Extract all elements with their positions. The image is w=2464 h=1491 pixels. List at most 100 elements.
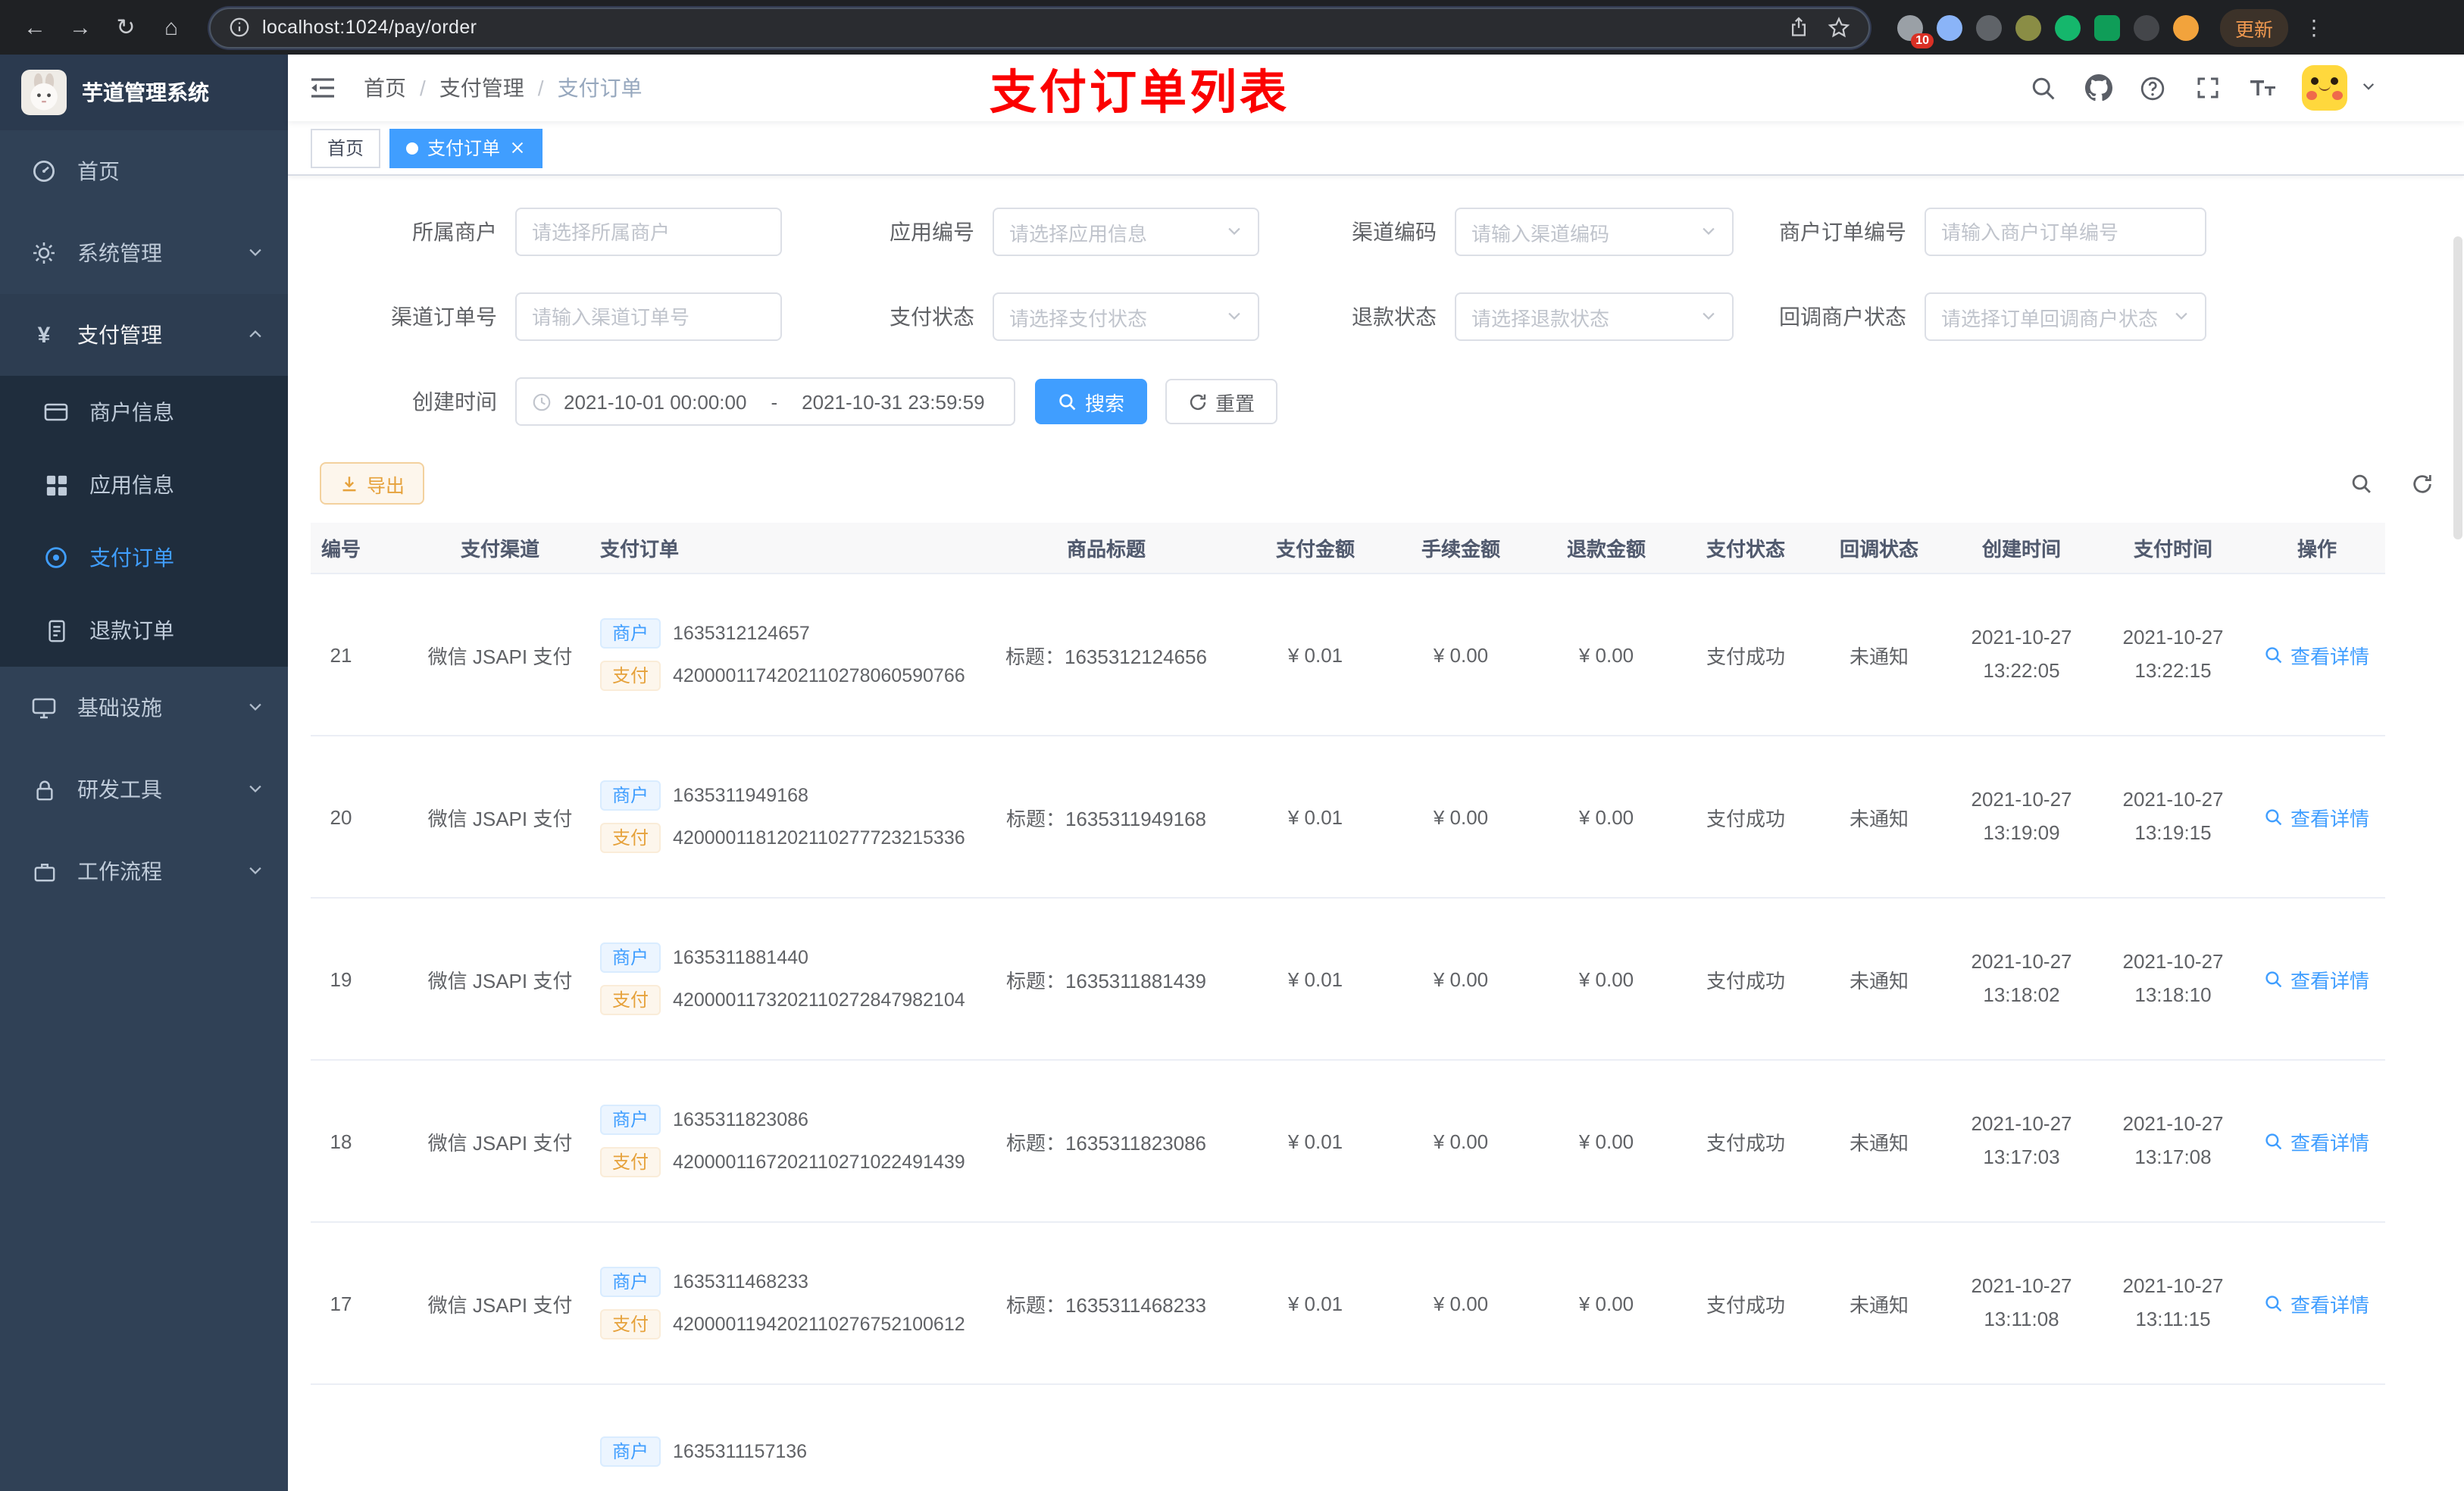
extension-icon[interactable]: [2094, 14, 2120, 40]
tab-home[interactable]: 首页: [311, 128, 381, 167]
create-time-range-picker[interactable]: 2021-10-01 00:00:00 - 2021-10-31 23:59:5…: [515, 377, 1015, 426]
github-icon[interactable]: [2084, 73, 2112, 102]
app-logo[interactable]: 芋道管理系统: [0, 55, 288, 130]
sidebar-item-label: 支付订单: [89, 545, 174, 570]
pay-order-no: 4200001194202110276752100612: [673, 1314, 965, 1335]
page-content: 所属商户 应用编号 请选择应用信息: [288, 176, 2464, 1491]
breadcrumb-current: 支付订单: [557, 76, 643, 100]
view-detail-link[interactable]: 查看详情: [2265, 1289, 2369, 1318]
hamburger-icon[interactable]: [309, 73, 339, 103]
merchant-input[interactable]: [532, 220, 765, 243]
field-label: 应用编号: [890, 220, 974, 244]
merchant-badge: 商户: [600, 942, 661, 973]
share-icon[interactable]: [1788, 17, 1809, 38]
date-start-value: 2021-10-01 00:00:00: [564, 390, 747, 413]
site-info-icon[interactable]: [229, 17, 250, 38]
sidebar-item-infra[interactable]: 基础设施: [0, 667, 288, 749]
sidebar-item-payment[interactable]: ¥ 支付管理: [0, 294, 288, 376]
sidebar-item-workflow[interactable]: 工作流程: [0, 830, 288, 912]
extension-icon[interactable]: 10: [1897, 14, 1934, 48]
search-icon[interactable]: [2029, 73, 2058, 102]
refund-status-select[interactable]: 请选择退款状态: [1455, 292, 1734, 341]
table-row: 19 微信 JSAPI 支付 商户 1635311881440 支付 42000…: [311, 899, 2385, 1061]
cell-channel: 微信 JSAPI 支付: [427, 1293, 573, 1316]
user-avatar[interactable]: [2302, 65, 2347, 111]
merchant-order-no-field[interactable]: [1925, 208, 2206, 256]
font-size-icon[interactable]: [2247, 73, 2276, 102]
bookmark-star-icon[interactable]: [1828, 16, 1850, 39]
chevron-down-icon: [2173, 305, 2190, 328]
extension-icon[interactable]: [1937, 14, 1962, 40]
scrollbar[interactable]: [2453, 236, 2462, 539]
cell-id: 19: [330, 967, 352, 990]
view-detail-link[interactable]: 查看详情: [2265, 640, 2369, 669]
gear-icon: [30, 239, 58, 267]
view-detail-link[interactable]: 查看详情: [2265, 1127, 2369, 1155]
breadcrumb-pay-mgmt[interactable]: 支付管理: [439, 73, 524, 103]
browser-menu-icon[interactable]: ⋮: [2303, 14, 2325, 40]
browser-profile-avatar[interactable]: [2173, 14, 2199, 40]
view-detail-link[interactable]: 查看详情: [2265, 964, 2369, 993]
pay-order-no: 4200001181202110277723215336: [673, 827, 965, 849]
breadcrumb-home[interactable]: 首页: [364, 73, 406, 103]
channel-order-no-input[interactable]: [532, 305, 765, 328]
merchant-select[interactable]: [515, 208, 782, 256]
pay-status-select[interactable]: 请选择支付状态: [993, 292, 1259, 341]
cell-id: 18: [330, 1130, 352, 1152]
sidebar-item-home[interactable]: 首页: [0, 130, 288, 212]
sidebar-item-devtools[interactable]: 研发工具: [0, 749, 288, 830]
tab-pay-order[interactable]: 支付订单: [389, 128, 543, 167]
sidebar-item-app-info[interactable]: 应用信息: [0, 449, 288, 521]
extension-icon[interactable]: [1976, 14, 2002, 40]
extension-icon[interactable]: [2015, 14, 2041, 40]
app-title: 芋道管理系统: [82, 80, 209, 105]
chevron-down-icon[interactable]: [2361, 74, 2376, 102]
search-button[interactable]: 搜索: [1035, 379, 1148, 424]
update-button[interactable]: 更新: [2220, 8, 2289, 46]
sidebar-item-label: 工作流程: [77, 859, 162, 883]
notify-status-select[interactable]: 请选择订单回调商户状态: [1925, 292, 2206, 341]
close-icon[interactable]: [509, 139, 526, 156]
reload-icon[interactable]: ↻: [106, 8, 145, 47]
cell-create-time: 2021-10-27 13:18:02: [1971, 949, 2072, 1006]
chevron-down-icon: [1700, 220, 1717, 243]
hide-search-icon[interactable]: [2341, 464, 2381, 503]
cell-status: 支付成功: [1706, 807, 1785, 830]
merchant-badge: 商户: [600, 1267, 661, 1297]
cell-notify-status: 未通知: [1849, 1293, 1909, 1316]
sidebar-item-system[interactable]: 系统管理: [0, 212, 288, 294]
field-label: 渠道订单号: [391, 305, 497, 329]
merchant-order-no-input[interactable]: [1941, 220, 2190, 243]
view-detail-link[interactable]: 查看详情: [2265, 802, 2369, 831]
forward-icon[interactable]: →: [61, 8, 100, 47]
sidebar-item-pay-order[interactable]: 支付订单: [0, 521, 288, 594]
back-icon[interactable]: ←: [15, 8, 55, 47]
extension-icon[interactable]: [2055, 14, 2081, 40]
channel-order-no-field[interactable]: [515, 292, 782, 341]
top-navbar: 首页 / 支付管理 / 支付订单 支付订单列表: [288, 55, 2464, 121]
briefcase-icon: [30, 858, 58, 885]
chevron-down-icon: [1226, 220, 1243, 243]
channel-code-select[interactable]: 请输入渠道编码: [1455, 208, 1734, 256]
col-header: 支付订单: [600, 538, 680, 561]
sidebar-item-refund-order[interactable]: 退款订单: [0, 594, 288, 667]
browser-chrome: ← → ↻ ⌂ localhost:1024/pay/order 10 更新 ⋮: [0, 0, 2464, 55]
app-id-select[interactable]: 请选择应用信息: [993, 208, 1259, 256]
merchant-order-no: 1635312124657: [673, 623, 810, 644]
reset-button[interactable]: 重置: [1165, 379, 1278, 424]
home-icon[interactable]: ⌂: [152, 8, 191, 47]
refresh-icon[interactable]: [2402, 464, 2441, 503]
address-bar[interactable]: localhost:1024/pay/order: [209, 7, 1870, 48]
lock-icon: [30, 776, 58, 803]
cell-refund: ¥ 0.00: [1578, 967, 1634, 990]
breadcrumb: 首页 / 支付管理 / 支付订单: [364, 73, 643, 103]
cell-channel: 微信 JSAPI 支付: [427, 645, 573, 667]
sidebar-item-merchant-info[interactable]: 商户信息: [0, 376, 288, 449]
merchant-order-no: 1635311949168: [673, 785, 808, 806]
help-icon[interactable]: [2138, 73, 2167, 102]
sidebar: 芋道管理系统 首页 系统管理 ¥ 支付管理 商户信息 应用信息 支付订单 退款订…: [0, 55, 288, 1491]
cell-channel: 微信 JSAPI 支付: [427, 1131, 573, 1154]
extensions-puzzle-icon[interactable]: [2134, 14, 2159, 40]
fullscreen-icon[interactable]: [2193, 73, 2222, 102]
export-button[interactable]: 导出: [320, 462, 425, 505]
